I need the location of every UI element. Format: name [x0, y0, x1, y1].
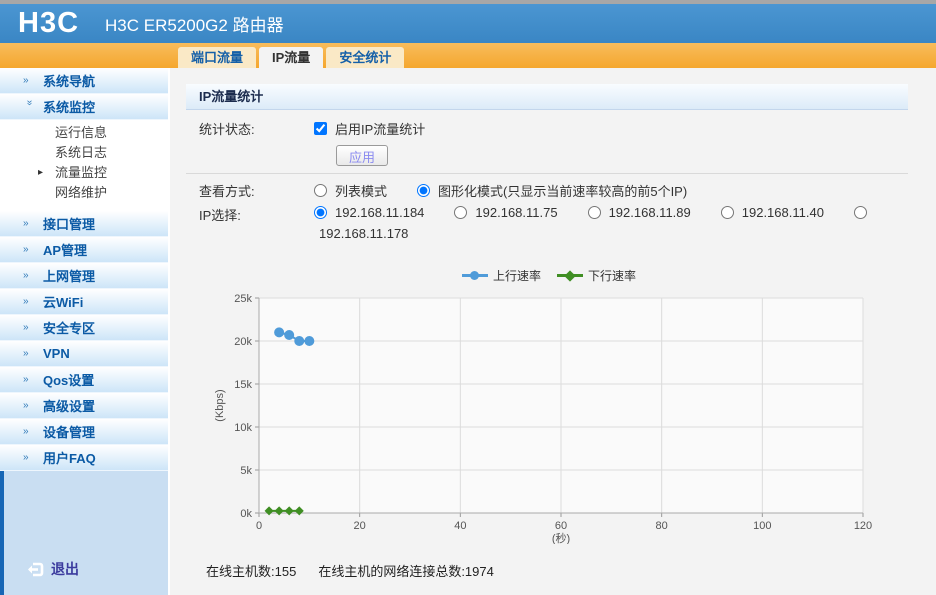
apply-button[interactable]: 应用 — [336, 145, 388, 166]
sidebar-item-cloud-wifi[interactable]: » 云WiFi — [0, 289, 168, 315]
view-mode-row: 查看方式: 列表模式 图形化模式(只显示当前速率较高的前5个IP) — [186, 174, 908, 202]
svg-text:0k: 0k — [240, 508, 252, 520]
ip-radio-40[interactable] — [720, 206, 734, 219]
ip-label-40: 192.168.11.40 — [741, 205, 824, 220]
sidebar-item-interface-mgmt[interactable]: » 接口管理 — [0, 211, 168, 237]
legend-downlink: 下行速率 — [557, 267, 636, 284]
ip-radio-184[interactable] — [314, 206, 327, 219]
chevron-right-icon: » — [23, 348, 29, 359]
ip-label-75: 192.168.11.75 — [475, 205, 558, 220]
ip-select-label: IP选择: — [199, 208, 241, 223]
sidebar-item-system-nav[interactable]: » 系统导航 — [0, 68, 168, 94]
logout-button[interactable]: 退出 — [26, 559, 79, 579]
list-mode-radio[interactable] — [314, 184, 327, 197]
ip-label-184: 192.168.11.184 — [335, 205, 425, 220]
sidebar-item-traffic-monitor[interactable]: ▸ 流量监控 — [0, 163, 168, 183]
graph-mode-radio[interactable] — [417, 184, 431, 197]
chevron-right-icon: » — [23, 452, 29, 463]
svg-text:120: 120 — [854, 520, 872, 532]
router-admin-window: H3C H3C ER5200G2 路由器 端口流量 IP流量 安全统计 » 系统… — [0, 0, 936, 595]
sidebar-item-system-log[interactable]: 系统日志 — [0, 143, 168, 163]
header-bar: H3C H3C ER5200G2 路由器 — [0, 4, 936, 43]
ip-radio-89[interactable] — [587, 206, 601, 219]
svg-text:5k: 5k — [240, 465, 252, 477]
chevron-right-icon: » — [23, 270, 29, 281]
page-title: H3C ER5200G2 路由器 — [105, 16, 284, 35]
sidebar-item-user-faq[interactable]: » 用户FAQ — [0, 445, 168, 471]
ip-select-row: IP选择: 192.168.11.184 192.168.11.75 192.1… — [186, 202, 908, 247]
stats-status-row: 统计状态: 启用IP流量统计 应用 — [186, 110, 908, 174]
svg-text:100: 100 — [753, 520, 771, 532]
ip-radio-75[interactable] — [454, 206, 468, 219]
chevron-right-icon: » — [23, 374, 29, 385]
ip-radio-178[interactable] — [853, 206, 867, 219]
online-hosts-text: 在线主机数:155 — [206, 564, 297, 579]
svg-text:(秒): (秒) — [552, 531, 570, 544]
status-footer: 在线主机数:155 在线主机的网络连接总数:1974 — [206, 561, 908, 580]
downlink-marker-icon — [557, 270, 583, 282]
sidebar-item-run-info[interactable]: 运行信息 — [0, 123, 168, 143]
tab-security-stats[interactable]: 安全统计 — [326, 47, 405, 68]
traffic-chart: 0 20 40 60 80 100 120 0k 5k 10k 15k 20k 25k (秒) (Kbps) — [211, 286, 908, 547]
ip-label-89: 192.168.11.89 — [608, 205, 691, 220]
stats-status-label: 统计状态: — [199, 122, 255, 137]
view-mode-label: 查看方式: — [199, 184, 255, 199]
tab-bar: 端口流量 IP流量 安全统计 — [0, 43, 936, 68]
sidebar-item-qos-settings[interactable]: » Qos设置 — [0, 367, 168, 393]
tab-port-traffic[interactable]: 端口流量 — [178, 47, 257, 68]
svg-text:20k: 20k — [234, 336, 252, 348]
uplink-marker-icon — [461, 270, 488, 281]
sidebar: » 系统导航 » 系统监控 运行信息 系统日志 ▸ 流量监控 网络维护 » 接口… — [0, 68, 170, 595]
h3c-logo: H3C — [18, 7, 80, 39]
chevron-right-icon: » — [23, 426, 29, 437]
sidebar-item-ap-mgmt[interactable]: » AP管理 — [0, 237, 168, 263]
panel-title: IP流量统计 — [186, 84, 908, 110]
enable-ip-stats-checkbox[interactable] — [314, 122, 327, 135]
current-item-arrow-icon: ▸ — [38, 167, 44, 178]
svg-text:40: 40 — [454, 520, 466, 532]
chevron-down-icon: » — [24, 100, 35, 106]
chart-legend: 上行速率 下行速率 — [211, 267, 887, 284]
graph-mode-label: 图形化模式(只显示当前速率较高的前5个IP) — [438, 184, 688, 199]
svg-text:25k: 25k — [234, 293, 252, 305]
main-content: IP流量统计 统计状态: 启用IP流量统计 应用 查看方式: 列表模式 图形化模… — [170, 68, 936, 595]
sidebar-item-advanced-settings[interactable]: » 高级设置 — [0, 393, 168, 419]
sidebar-item-internet-mgmt[interactable]: » 上网管理 — [0, 263, 168, 289]
ip-label-178: 192.168.11.178 — [319, 226, 409, 241]
chevron-right-icon: » — [23, 218, 29, 229]
traffic-chart-svg: 0 20 40 60 80 100 120 0k 5k 10k 15k 20k 25k (秒) (Kbps) — [214, 293, 872, 545]
chevron-right-icon: » — [23, 244, 29, 255]
svg-text:10k: 10k — [234, 422, 252, 434]
svg-text:(Kbps): (Kbps) — [214, 389, 226, 421]
chevron-right-icon: » — [23, 296, 29, 307]
legend-uplink: 上行速率 — [461, 267, 541, 284]
system-monitor-submenu: 运行信息 系统日志 ▸ 流量监控 网络维护 — [0, 120, 168, 211]
chevron-right-icon: » — [23, 400, 29, 411]
tab-ip-traffic[interactable]: IP流量 — [259, 47, 324, 68]
sidebar-item-network-maintain[interactable]: 网络维护 — [0, 183, 168, 203]
sidebar-item-security-zone[interactable]: » 安全专区 — [0, 315, 168, 341]
sidebar-item-system-monitor[interactable]: » 系统监控 — [0, 94, 168, 120]
sidebar-lower-area: 退出 — [0, 471, 168, 595]
svg-text:20: 20 — [354, 520, 366, 532]
svg-text:60: 60 — [555, 520, 567, 532]
svg-text:0: 0 — [256, 520, 262, 532]
sidebar-item-vpn[interactable]: » VPN — [0, 341, 168, 367]
ip-traffic-panel: IP流量统计 统计状态: 启用IP流量统计 应用 查看方式: 列表模式 图形化模… — [186, 84, 908, 580]
total-connections-text: 在线主机的网络连接总数:1974 — [318, 564, 494, 579]
chevron-right-icon: » — [23, 322, 29, 333]
logout-icon — [28, 562, 44, 576]
svg-text:80: 80 — [656, 520, 668, 532]
svg-text:15k: 15k — [234, 379, 252, 391]
chevron-right-icon: » — [23, 75, 29, 86]
sidebar-item-device-mgmt[interactable]: » 设备管理 — [0, 419, 168, 445]
enable-ip-stats-label: 启用IP流量统计 — [335, 122, 426, 137]
list-mode-label: 列表模式 — [335, 184, 388, 199]
